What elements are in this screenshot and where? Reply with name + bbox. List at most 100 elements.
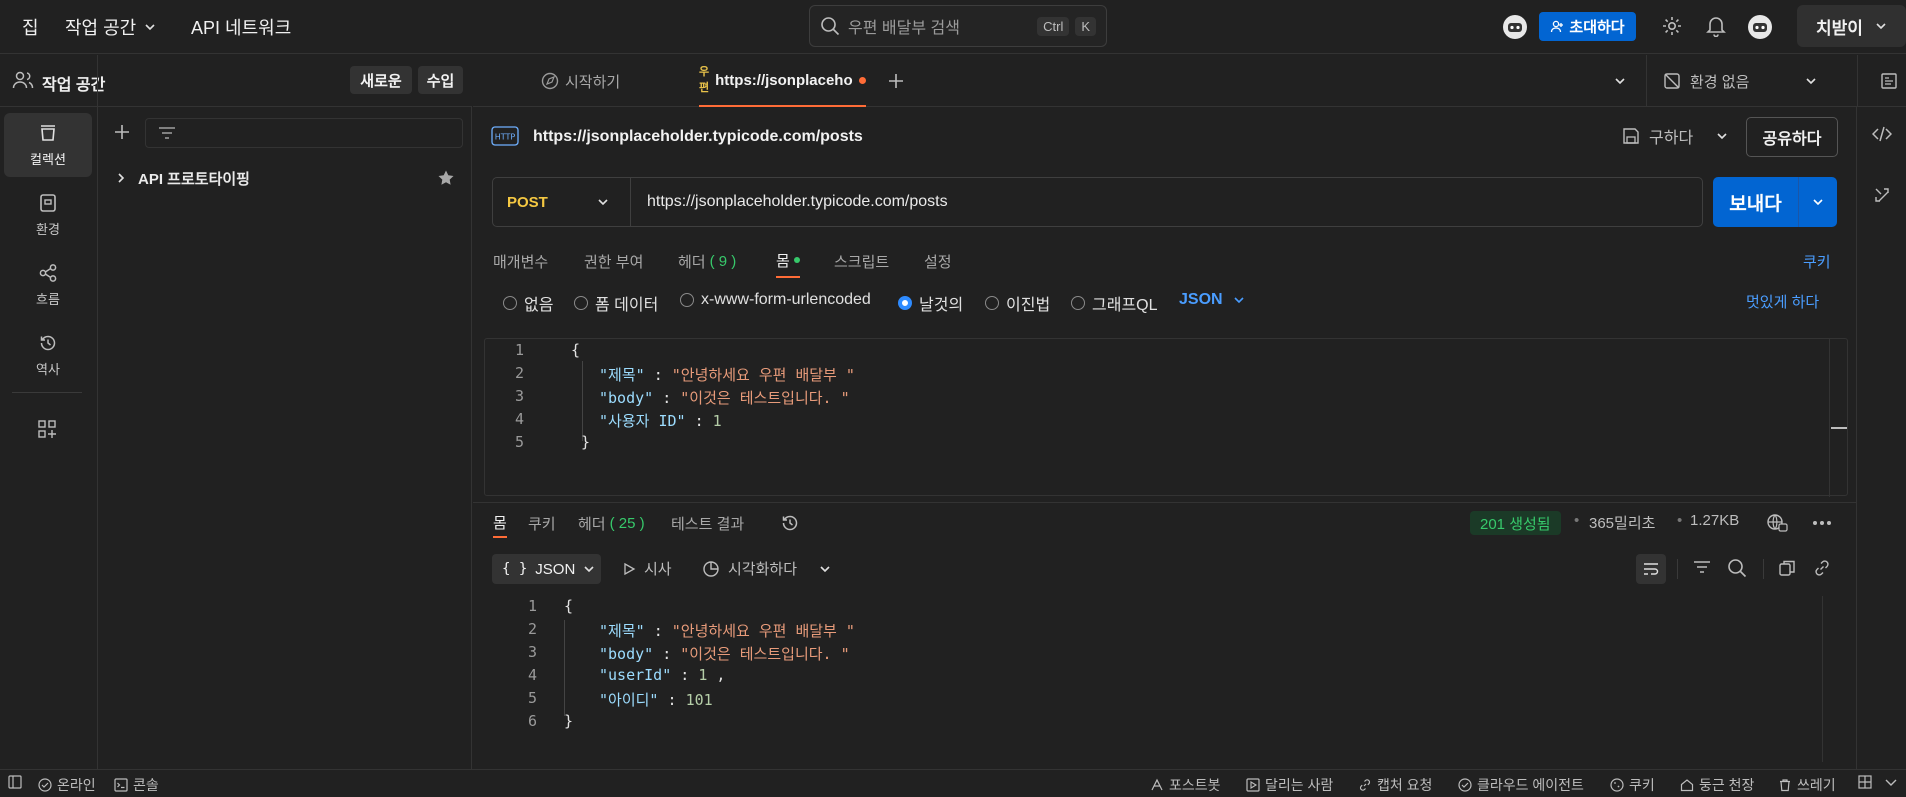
visualize-button[interactable]: 시각화하다 [702,558,831,579]
toggle-sidebar-icon[interactable] [8,775,22,789]
filter-input[interactable] [145,118,463,148]
radio-form-data-label: 폼 데이터 [595,297,659,314]
rail-item-flows[interactable]: 흐름 [4,253,92,317]
help-icon[interactable] [1884,775,1898,789]
radio-form-data[interactable]: 폼 데이터 [574,291,658,315]
home-link[interactable]: 집 [22,0,39,54]
beautify-link[interactable]: 멋있게 하다 [1746,291,1819,312]
chevron-down-icon [583,563,595,575]
radio-binary[interactable]: 이진법 [985,291,1050,315]
environment-selector[interactable]: 환경 없음 [1663,55,1817,107]
resp-tab-body[interactable]: 몸 [493,508,507,538]
cookies-status-label: 쿠키 [1629,777,1655,793]
rail-item-environments[interactable]: 환경 [4,183,92,247]
radio-circle-selected [898,296,912,310]
resp-tab-body-label: 몸 [493,514,507,532]
console-button[interactable]: 콘솔 [114,775,159,795]
settings-gear-icon[interactable] [1659,13,1685,39]
notifications-bell-icon[interactable] [1703,13,1729,39]
line-number: 4 [514,410,524,428]
layout-grid-icon[interactable] [1858,775,1872,789]
cookies-link[interactable]: 쿠키 [1803,244,1831,278]
editor-scrollbar-thumb[interactable] [1831,427,1847,429]
tab-prefix-bottom: 편 [699,82,710,94]
copy-icon[interactable] [1778,559,1796,577]
runner-button[interactable]: 달리는 사람 [1246,775,1333,795]
response-format-select[interactable]: { } JSON [492,554,601,584]
share-button[interactable]: 공유하다 [1746,117,1838,157]
new-tab-plus-icon[interactable] [887,72,905,90]
online-status[interactable]: 온라인 [38,775,96,795]
resp-tab-cookies[interactable]: 쿠키 [528,508,556,538]
tab-params[interactable]: 매개변수 [493,244,548,278]
related-collections-icon[interactable] [1873,186,1891,204]
tabs-overflow-chevron-icon[interactable] [1614,75,1626,87]
search-icon[interactable] [1727,558,1747,578]
link-icon[interactable] [1813,559,1831,577]
chevron-down-icon [1716,130,1728,142]
postbot-button[interactable]: 포스트봇 [1150,775,1221,795]
response-time[interactable]: 365밀리초 [1589,512,1655,533]
radio-urlencoded[interactable]: x-www-form-urlencoded [680,291,871,309]
network-globe-icon[interactable] [1766,513,1788,533]
radio-graphql[interactable]: 그래프QL [1071,291,1158,315]
wrap-lines-icon[interactable] [1636,554,1666,584]
chevron-down-icon [144,21,156,33]
raw-format-select[interactable]: JSON [1179,291,1245,309]
response-size[interactable]: 1.27KB [1690,512,1739,529]
search-input[interactable]: 우편 배달부 검색 Ctrl K [809,5,1107,47]
save-button[interactable]: 구하다 [1622,124,1728,148]
filter-icon[interactable] [1693,560,1711,574]
invite-button[interactable]: 초대하다 [1539,12,1636,41]
trash-button[interactable]: 쓰레기 [1778,775,1836,795]
tab-authorization[interactable]: 권한 부여 [584,244,643,278]
indent-guide [582,361,583,441]
preview-label: 시사 [644,561,672,578]
user-avatar-icon[interactable] [1745,12,1775,42]
cloud-agent-button[interactable]: 클라우드 에이전트 [1458,775,1584,795]
configure-sidebar-icon[interactable] [37,419,57,439]
json-string-value: "안녕하세요 우편 배달부 " [671,622,855,640]
status-badge[interactable]: 201 생성됨 [1470,511,1561,535]
new-button[interactable]: 새로운 [350,66,412,94]
radio-none[interactable]: 없음 [503,291,553,315]
rail-item-collections[interactable]: 컬렉션 [4,113,92,177]
rail-label-environments: 환경 [36,221,60,237]
line-number: 6 [527,712,537,730]
tab-body[interactable]: 몸 [776,244,800,278]
request-name[interactable]: https://jsonplaceholder.typicode.com/pos… [533,128,863,146]
response-history-icon[interactable] [780,513,800,533]
add-icon[interactable] [113,123,131,141]
line-number: 5 [527,689,537,707]
collection-item[interactable]: API 프로토타이핑 [99,163,472,193]
cookies-button[interactable]: 쿠키 [1610,775,1655,795]
postbot-avatar-icon[interactable] [1500,12,1530,42]
api-network-link[interactable]: API 네트워크 [191,0,291,54]
capture-requests-button[interactable]: 캡처 요청 [1358,775,1432,795]
star-icon[interactable] [437,169,455,187]
resp-tab-test-results[interactable]: 테스트 결과 [671,508,744,538]
send-options-chevron-icon[interactable] [1799,196,1837,208]
environment-quicklook-icon[interactable] [1880,72,1898,90]
rail-item-history[interactable]: 역사 [4,323,92,387]
url-input[interactable]: https://jsonplaceholder.typicode.com/pos… [631,193,1702,211]
radio-none-label: 없음 [524,297,554,314]
response-scroll-track [1822,596,1823,762]
tab-scripts[interactable]: 스크립트 [834,244,889,278]
preview-button[interactable]: 시사 [622,558,672,579]
send-button[interactable]: 보내다 [1713,177,1837,227]
code-snippet-icon[interactable] [1872,125,1892,143]
check-circle-icon [38,778,52,792]
workspace-menu[interactable]: 작업 공간 [65,0,156,54]
more-options-icon[interactable] [1812,520,1832,526]
method-select[interactable]: POST [493,178,631,226]
tab-start[interactable]: 시작하기 [541,55,620,107]
vault-button[interactable]: 둥근 천장 [1680,775,1754,795]
import-button[interactable]: 수입 [418,66,463,94]
radio-raw[interactable]: 날것의 [898,291,963,315]
tab-settings[interactable]: 설정 [924,244,952,278]
tab-headers[interactable]: 헤더 ( 9 ) [678,244,736,278]
tab-active-request[interactable]: 우 편 https://jsonplaceholder.ty [699,55,866,107]
resp-tab-headers[interactable]: 헤더 ( 25 ) [578,508,645,538]
upgrade-button[interactable]: 치받이 [1797,5,1906,47]
